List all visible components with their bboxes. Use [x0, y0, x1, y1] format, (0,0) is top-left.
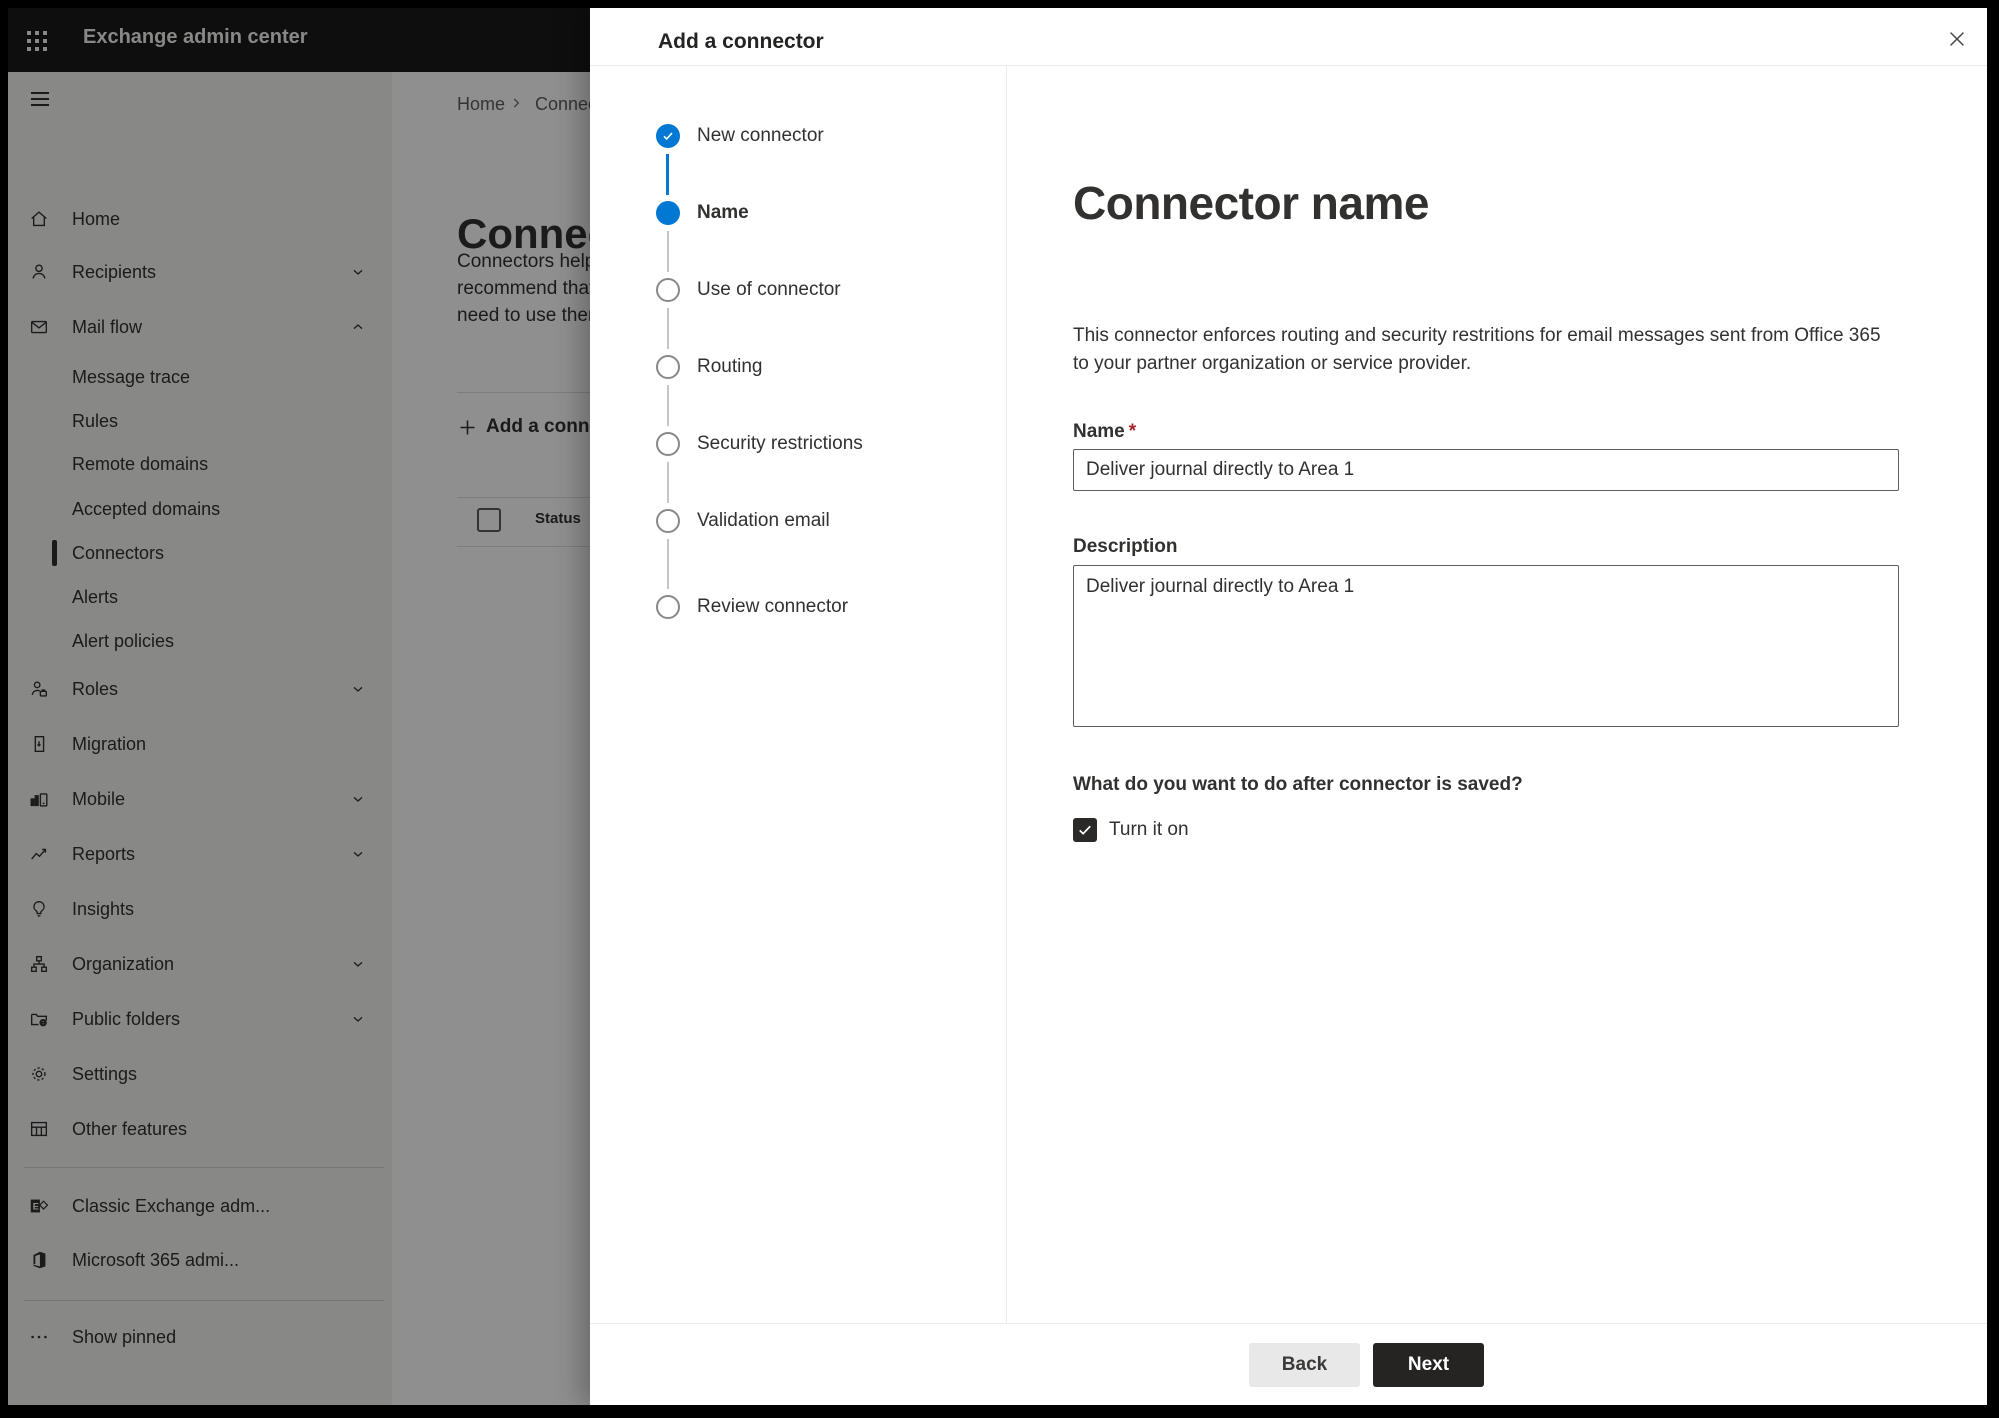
- back-button[interactable]: Back: [1249, 1343, 1360, 1387]
- name-field-label: Name *: [1073, 421, 1136, 443]
- add-connector-dialog: Add a connector New connector Name Use o…: [590, 8, 1987, 1405]
- checkbox-checked-icon[interactable]: [1073, 818, 1097, 842]
- step-connector-line: [667, 462, 669, 503]
- dialog-title: Add a connector: [658, 30, 824, 53]
- step-label: New connector: [697, 125, 824, 146]
- turn-it-on-checkbox-row[interactable]: Turn it on: [1073, 818, 1189, 842]
- step-label: Use of connector: [697, 279, 841, 300]
- description-line: This connector enforces routing and secu…: [1073, 325, 1881, 346]
- step-validation-email[interactable]: Validation email: [590, 509, 990, 533]
- close-icon: [1950, 32, 1964, 46]
- step-upcoming-icon: [656, 355, 680, 379]
- description-line: to your partner organization or service …: [1073, 353, 1472, 374]
- step-label: Validation email: [697, 510, 830, 531]
- divider: [590, 65, 1987, 66]
- step-connector-line: [666, 154, 669, 195]
- close-button[interactable]: [1941, 24, 1973, 56]
- description-textarea[interactable]: Deliver journal directly to Area 1: [1073, 565, 1899, 727]
- description-field-label: Description: [1073, 536, 1178, 557]
- step-name[interactable]: Name: [590, 201, 990, 225]
- name-label-text: Name: [1073, 421, 1125, 442]
- step-completed-icon: [656, 124, 680, 148]
- step-review-connector[interactable]: Review connector: [590, 595, 990, 619]
- divider: [1006, 66, 1007, 1323]
- step-upcoming-icon: [656, 509, 680, 533]
- step-upcoming-icon: [656, 278, 680, 302]
- step-label: Review connector: [697, 596, 849, 617]
- step-upcoming-icon: [656, 432, 680, 456]
- step-label: Name: [697, 202, 749, 223]
- step-new-connector[interactable]: New connector: [590, 124, 990, 148]
- step-connector-line: [667, 231, 669, 272]
- after-save-question: What do you want to do after connector i…: [1073, 774, 1523, 795]
- step-connector-line: [667, 539, 669, 589]
- step-use-of-connector[interactable]: Use of connector: [590, 278, 990, 302]
- connector-description-text: This connector enforces routing and secu…: [1073, 322, 1881, 378]
- required-asterisk: *: [1128, 421, 1137, 442]
- step-security-restrictions[interactable]: Security restrictions: [590, 432, 990, 456]
- next-button[interactable]: Next: [1373, 1343, 1484, 1387]
- check-icon: [1079, 825, 1091, 835]
- divider: [590, 1323, 1987, 1324]
- step-connector-line: [667, 385, 669, 426]
- step-current-icon: [656, 201, 680, 225]
- turn-it-on-label: Turn it on: [1109, 819, 1189, 840]
- step-label: Security restrictions: [697, 433, 863, 454]
- step-upcoming-icon: [656, 595, 680, 619]
- check-icon: [663, 132, 673, 141]
- name-input[interactable]: [1073, 449, 1899, 491]
- app-screen: Exchange admin center Home Recipients Ma…: [8, 8, 1987, 1405]
- step-routing[interactable]: Routing: [590, 355, 990, 379]
- connector-name-heading: Connector name: [1073, 177, 1429, 229]
- step-connector-line: [667, 308, 669, 349]
- step-label: Routing: [697, 356, 763, 377]
